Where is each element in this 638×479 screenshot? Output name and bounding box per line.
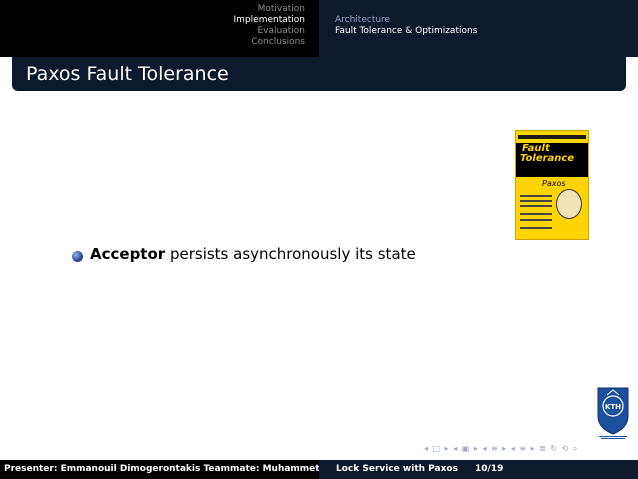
book-title-line2: Tolerance — [520, 153, 575, 164]
nav-section-conclusions[interactable]: Conclusions — [251, 37, 305, 48]
nav-section-evaluation[interactable]: Evaluation — [258, 26, 306, 37]
book-cover-image: Fault Tolerance Paxos — [515, 130, 589, 240]
beamer-navigation-symbols[interactable]: ◂ □ ▸ ◂ ▣ ▸ ◂ ≡ ▸ ◂ ≡ ▸ ≣ ↻ ⟲ ⌕ — [424, 444, 578, 454]
kth-logo-label: KTH — [605, 403, 621, 411]
item-keyword: Acceptor — [90, 245, 166, 263]
nav-section-implementation[interactable]: Implementation — [234, 15, 305, 26]
footer-short-title: Lock Service with Paxos — [336, 464, 458, 474]
nav-subsection-fault-tolerance[interactable]: Fault Tolerance & Optimizations — [335, 26, 477, 37]
nav-section-motivation[interactable]: Motivation — [258, 4, 305, 15]
nav-subsection-architecture[interactable]: Architecture — [335, 15, 390, 26]
frame-title: Paxos Fault Tolerance — [26, 63, 229, 85]
footer-right: Lock Service with Paxos 10/19 — [319, 460, 638, 479]
footer-left: Presenter: Emmanouil Dimogerontakis Team… — [0, 460, 319, 479]
kth-logo: KTH — [597, 387, 629, 439]
book-mascot-illustration — [556, 189, 582, 219]
book-text-lines — [520, 195, 552, 197]
bullet-icon — [72, 251, 83, 262]
book-subtitle: Paxos — [542, 179, 566, 188]
section-navigation: Motivation Implementation Evaluation Con… — [0, 0, 319, 57]
subsection-navigation: Architecture Fault Tolerance & Optimizat… — [319, 0, 638, 57]
content-list-item: Acceptor persists asynchronously its sta… — [90, 245, 416, 263]
book-top-strip — [518, 135, 586, 139]
item-text: persists asynchronously its state — [165, 245, 416, 263]
frame-title-bar: Paxos Fault Tolerance — [12, 57, 626, 91]
footer-presenter: Presenter: Emmanouil Dimogerontakis Team… — [4, 464, 319, 474]
header-bar: Motivation Implementation Evaluation Con… — [0, 0, 638, 57]
footer-page-number: 10/19 — [475, 464, 504, 474]
footer-bar: Presenter: Emmanouil Dimogerontakis Team… — [0, 460, 638, 479]
